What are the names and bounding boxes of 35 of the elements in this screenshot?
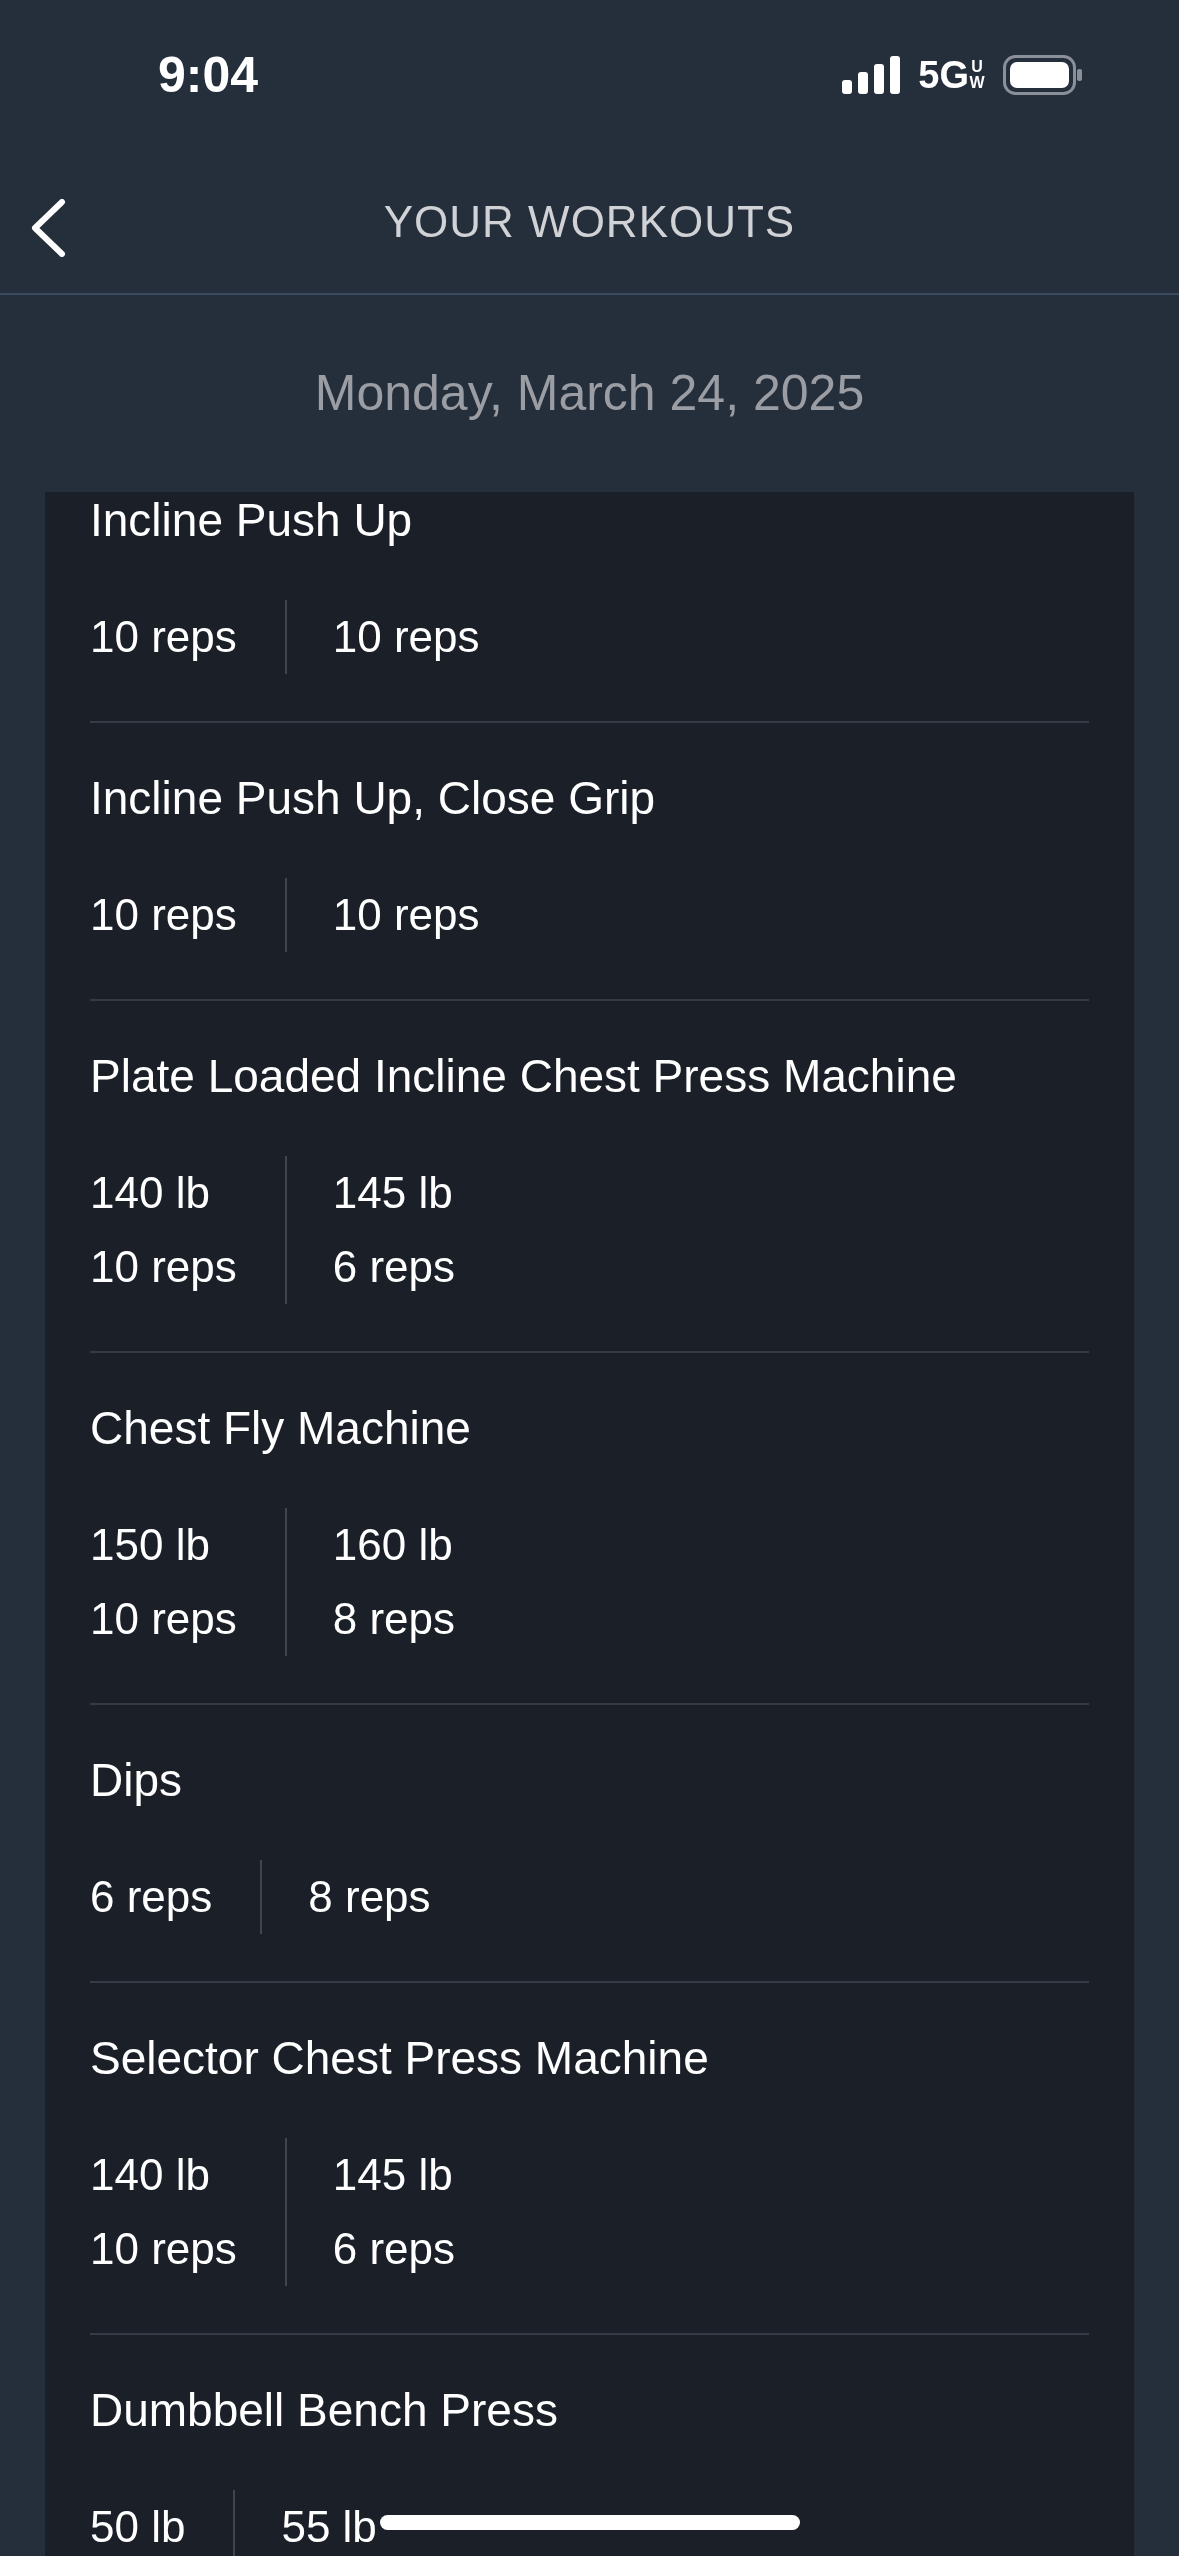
- set-reps: 6 reps: [90, 1871, 213, 1923]
- exercise-name: Chest Fly Machine: [90, 1401, 472, 1456]
- set-reps: 6 reps: [332, 2223, 456, 2275]
- set-reps: 10 reps: [90, 1241, 237, 1293]
- page-title: YOUR WORKOUTS: [383, 195, 796, 248]
- exercise-name: Dumbbell Bench Press: [90, 2383, 559, 2438]
- set-reps: 10 reps: [90, 889, 237, 941]
- set-reps: 10 reps: [332, 611, 480, 663]
- network-type-label: UW: [969, 59, 985, 91]
- set-weight: 50 lb: [90, 2501, 186, 2553]
- set-reps: 8 reps: [308, 1871, 431, 1923]
- set-weight: 140 lb: [90, 2149, 211, 2201]
- set-weight: 55 lb: [281, 2501, 377, 2553]
- set-reps: 8 reps: [332, 1593, 456, 1645]
- set-reps: 10 reps: [332, 889, 480, 941]
- chevron-left-icon: [30, 199, 66, 257]
- set-reps: 6 reps: [332, 1241, 456, 1293]
- exercise-name: Selector Chest Press Machine: [90, 2031, 710, 2086]
- signal-icon: [842, 56, 901, 94]
- set-reps: 10 reps: [90, 611, 237, 663]
- status-time: 9:04: [158, 45, 259, 105]
- date-heading: Monday, March 24, 2025: [314, 364, 865, 423]
- exercise-name: Incline Push Up: [90, 493, 414, 548]
- exercise-name: Incline Push Up, Close Grip: [90, 771, 657, 826]
- set-reps: 10 reps: [90, 1593, 237, 1645]
- set-weight: 150 lb: [90, 1519, 211, 1571]
- exercise-name: Plate Loaded Incline Chest Press Machine: [90, 1049, 958, 1104]
- battery-icon: [1003, 55, 1083, 95]
- set-weight: 145 lb: [332, 2149, 454, 2201]
- network-label: 5G: [918, 52, 969, 98]
- set-weight: 160 lb: [332, 1519, 454, 1571]
- set-weight: 140 lb: [90, 1167, 211, 1219]
- set-weight: 145 lb: [332, 1167, 454, 1219]
- set-reps: 10 reps: [90, 2223, 237, 2275]
- exercise-name: Dips: [90, 1753, 184, 1808]
